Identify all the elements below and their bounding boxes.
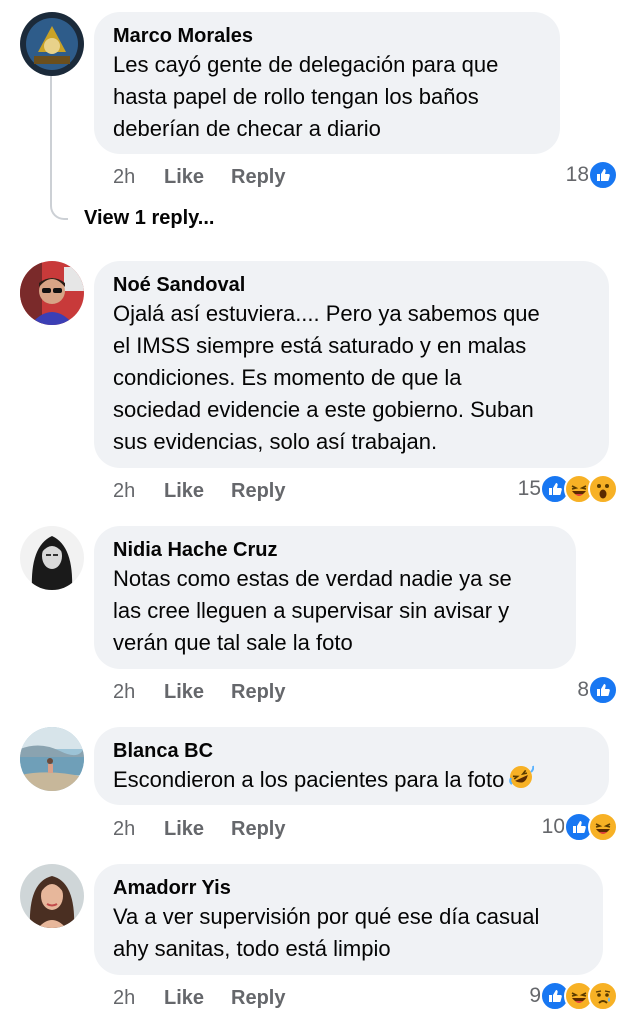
wow-icon (588, 474, 618, 504)
avatar[interactable] (20, 12, 84, 76)
comment-time[interactable]: 2h (113, 987, 164, 1010)
reply-button[interactable]: Reply (231, 166, 285, 189)
reaction-summary[interactable]: 18 (566, 160, 618, 190)
comment-time[interactable]: 2h (113, 681, 164, 704)
like-button[interactable]: Like (164, 681, 231, 704)
comment-author[interactable]: Nidia Hache Cruz (113, 537, 556, 563)
rolling-laughing-emoji (508, 764, 535, 799)
reaction-summary[interactable]: 10 (542, 812, 618, 842)
comment-actions: 2h Like Reply (113, 987, 285, 1010)
comment-time[interactable]: 2h (113, 166, 164, 189)
comment-time[interactable]: 2h (113, 480, 164, 503)
like-icon (588, 675, 618, 705)
reply-button[interactable]: Reply (231, 480, 285, 503)
comment-author[interactable]: Blanca BC (113, 738, 589, 764)
comment-bubble: Blanca BC Escondieron a los pacientes pa… (94, 727, 609, 805)
comment-bubble: Marco Morales Les cayó gente de delegaci… (94, 12, 560, 154)
reaction-summary[interactable]: 9 (529, 981, 618, 1011)
comment-bubble: Noé Sandoval Ojalá así estuviera.... Per… (94, 261, 609, 468)
reaction-summary[interactable]: 8 (577, 675, 618, 705)
avatar[interactable] (20, 727, 84, 791)
comment-author[interactable]: Noé Sandoval (113, 272, 589, 298)
reaction-count: 15 (517, 477, 541, 500)
reaction-summary[interactable]: 15 (518, 474, 618, 504)
avatar[interactable] (20, 261, 84, 325)
comment-actions: 2h Like Reply (113, 818, 285, 841)
comment-actions: 2h Like Reply (113, 166, 285, 189)
reaction-count: 10 (541, 815, 565, 838)
comment-text: Notas como estas de verdad nadie ya se l… (113, 566, 512, 655)
avatar[interactable] (20, 864, 84, 928)
comment-text: Ojalá así estuviera.... Pero ya sabemos … (113, 301, 540, 454)
haha-icon (588, 812, 618, 842)
reaction-count: 18 (565, 163, 589, 186)
like-button[interactable]: Like (164, 818, 231, 841)
like-icon (588, 160, 618, 190)
comment-actions: 2h Like Reply (113, 681, 285, 704)
reply-button[interactable]: Reply (231, 818, 285, 841)
thread-connector-line (50, 74, 68, 220)
comment-author[interactable]: Marco Morales (113, 23, 540, 49)
comment-bubble: Amadorr Yis Va a ver supervisión por qué… (94, 864, 603, 975)
comment-text-content: Escondieron a los pacientes para la foto (113, 767, 505, 792)
reply-button[interactable]: Reply (231, 681, 285, 704)
comment-text: Les cayó gente de delegación para que ha… (113, 52, 499, 141)
comment-bubble: Nidia Hache Cruz Notas como estas de ver… (94, 526, 576, 669)
comment-time[interactable]: 2h (113, 818, 164, 841)
avatar[interactable] (20, 526, 84, 590)
like-button[interactable]: Like (164, 987, 231, 1010)
comment-actions: 2h Like Reply (113, 480, 285, 503)
like-button[interactable]: Like (164, 166, 231, 189)
comment-text: Escondieron a los pacientes para la foto (113, 764, 589, 799)
like-button[interactable]: Like (164, 480, 231, 503)
reply-button[interactable]: Reply (231, 987, 285, 1010)
sad-icon (588, 981, 618, 1011)
comment-author[interactable]: Amadorr Yis (113, 875, 583, 901)
comment-text: Va a ver supervisión por qué ese día cas… (113, 904, 540, 961)
view-replies-link[interactable]: View 1 reply... (84, 207, 214, 230)
